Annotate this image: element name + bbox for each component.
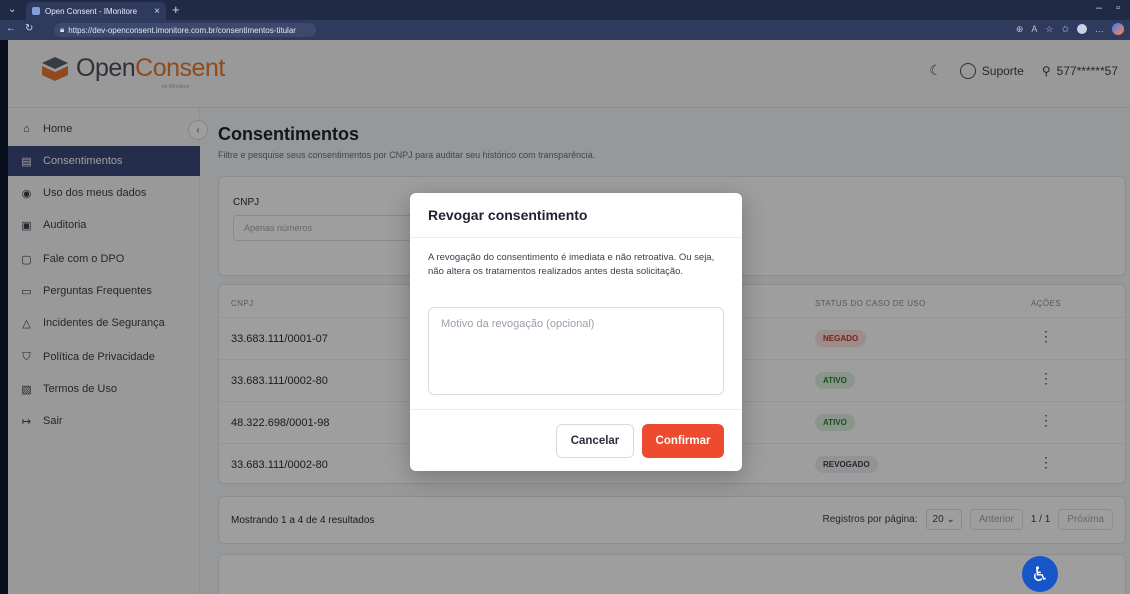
new-tab-icon[interactable]: +	[172, 2, 180, 17]
read-aloud-icon[interactable]: A	[1031, 24, 1037, 34]
revoke-consent-dialog: Revogar consentimento A revogação do con…	[410, 193, 742, 471]
accessibility-icon: ♿︎	[1031, 563, 1049, 586]
browser-tabbar: ⌄ Open Consent - IMonitore × + – ▫	[0, 0, 1130, 20]
profile-icon[interactable]	[1077, 24, 1087, 34]
browser-nav: ← ↻	[6, 23, 33, 34]
lock-icon: 🔒︎	[60, 25, 65, 34]
revocation-reason-textarea[interactable]: Motivo da revogação (opcional)	[428, 307, 724, 395]
divider	[410, 237, 742, 238]
confirm-button[interactable]: Confirmar	[642, 424, 724, 458]
close-tab-icon[interactable]: ×	[154, 6, 160, 17]
favicon-icon	[32, 7, 40, 15]
url-text: https://dev-openconsent.imonitore.com.br…	[68, 25, 296, 35]
tab-title: Open Consent - IMonitore	[45, 6, 138, 16]
divider	[410, 409, 742, 410]
favorite-icon[interactable]: ☆	[1045, 24, 1053, 35]
browser-tab[interactable]: Open Consent - IMonitore ×	[26, 2, 166, 20]
url-field[interactable]: 🔒︎ https://dev-openconsent.imonitore.com…	[54, 23, 316, 37]
more-icon[interactable]: …	[1095, 24, 1104, 34]
restore-icon[interactable]: ▫	[1116, 2, 1120, 14]
copilot-icon[interactable]	[1112, 23, 1124, 35]
back-icon[interactable]: ←	[6, 23, 16, 34]
window-controls: – ▫	[1096, 2, 1120, 14]
favorites-bar-icon[interactable]: ✩	[1061, 24, 1069, 35]
tab-menu-icon[interactable]: ⌄	[8, 4, 16, 15]
minimize-icon[interactable]: –	[1096, 2, 1102, 14]
dialog-title: Revogar consentimento	[428, 207, 588, 223]
browser-addressbar: ← ↻ 🔒︎ https://dev-openconsent.imonitore…	[0, 20, 1130, 40]
dialog-message: A revogação do consentimento é imediata …	[428, 252, 715, 277]
reload-icon[interactable]: ↻	[25, 23, 33, 34]
browser-tools: ⊕ A ☆ ✩ …	[1016, 23, 1124, 35]
zoom-icon[interactable]: ⊕	[1016, 24, 1024, 35]
cancel-button[interactable]: Cancelar	[556, 424, 634, 458]
accessibility-button[interactable]: ♿︎	[1022, 556, 1058, 592]
